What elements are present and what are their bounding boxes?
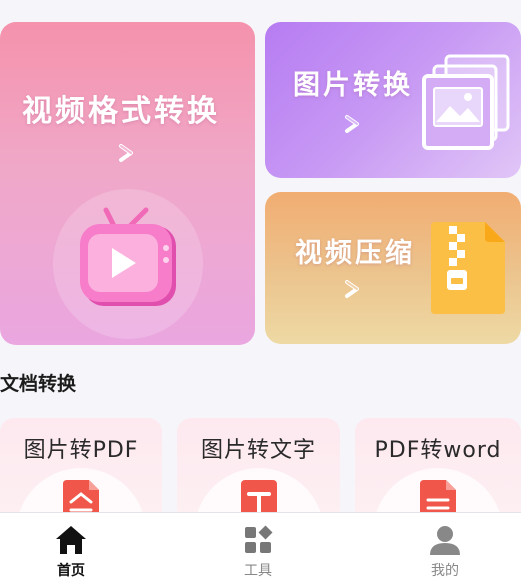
tab-tools[interactable]: 工具 (198, 513, 318, 587)
video-convert-title: 视频格式转换 (22, 94, 220, 129)
zip-file-icon (431, 222, 505, 314)
chevron-right-icon (345, 280, 359, 298)
home-icon (56, 526, 86, 554)
bottom-tab-bar: 首页 工具 我的 (0, 512, 521, 587)
chevron-right-icon (119, 144, 133, 162)
video-compress-title: 视频压缩 (295, 238, 415, 269)
section-title: 文档转换 (0, 373, 77, 395)
video-compress-card[interactable]: 视频压缩 (265, 192, 521, 344)
photo-stack-icon (422, 54, 510, 150)
tab-label: 工具 (244, 563, 272, 579)
doc-card-label: PDF转word (374, 438, 502, 463)
video-convert-card[interactable]: 视频格式转换 (0, 22, 255, 345)
chevron-right-icon (345, 115, 359, 133)
tv-play-icon (80, 207, 176, 306)
tab-home[interactable]: 首页 (11, 513, 131, 587)
image-convert-card[interactable]: 图片转换 (265, 22, 521, 178)
doc-card-label: 图片转文字 (200, 438, 316, 463)
tab-label: 首页 (57, 563, 85, 579)
doc-card-label: 图片转PDF (23, 438, 139, 463)
tools-grid-icon (245, 525, 273, 553)
user-icon (430, 526, 460, 555)
tab-profile[interactable]: 我的 (385, 513, 505, 587)
image-convert-title: 图片转换 (293, 70, 413, 101)
tab-label: 我的 (431, 563, 459, 579)
